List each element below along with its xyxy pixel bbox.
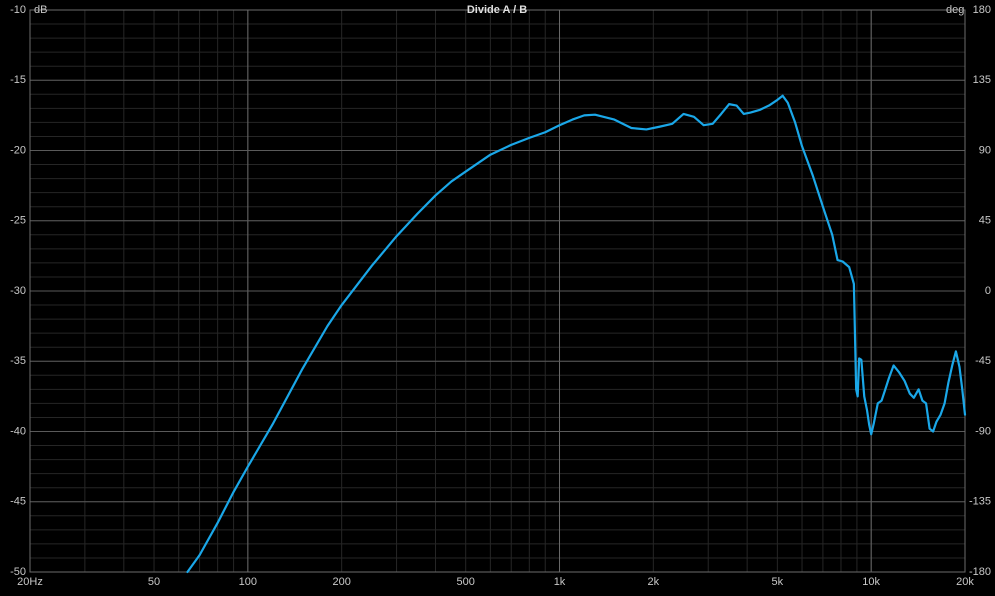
y-tick-label-left: -15 [10, 74, 26, 86]
x-tick-label: 2k [648, 576, 660, 588]
y-tick-label-right: 90 [979, 144, 991, 156]
x-tick-label: 5k [772, 576, 784, 588]
chart-svg: -10-15-20-25-30-35-40-45-50 18013590450-… [0, 0, 995, 591]
x-tick-label: 200 [332, 576, 350, 588]
y-tick-label-right: -135 [969, 496, 991, 508]
frequency-response-chart: -10 -15 -20 -25 -30 -35 -40 -45 -50 180 135 90 45 0-… [0, 0, 995, 591]
x-tick-label: 20Hz [17, 576, 43, 588]
x-tick-label: 500 [457, 576, 475, 588]
y-tick-label-right: 135 [973, 74, 991, 86]
x-tick-label: 100 [239, 576, 257, 588]
y-axis-left-unit: dB [34, 4, 47, 16]
y-tick-label-left: -40 [10, 425, 26, 437]
x-tick-label: 20k [956, 576, 974, 588]
x-tick-label: 1k [554, 576, 566, 588]
y-tick-label-left: -25 [10, 215, 26, 227]
y-tick-label-left: -20 [10, 144, 26, 156]
y-tick-label-right: 45 [979, 215, 991, 227]
y-tick-label-right: 0 [985, 285, 991, 297]
chart-background [0, 0, 995, 591]
y-tick-label-right: -90 [975, 425, 991, 437]
y-axis-right-unit: deg [946, 4, 964, 16]
y-tick-label-right: -45 [975, 355, 991, 367]
y-tick-label-right: 180 [973, 4, 991, 16]
y-tick-label-left: -45 [10, 496, 26, 508]
y-tick-label-left: -10 [10, 4, 26, 16]
chart-title: Divide A / B [467, 4, 527, 16]
x-tick-label: 50 [148, 576, 160, 588]
y-tick-label-left: -30 [10, 285, 26, 297]
x-tick-label: 10k [862, 576, 880, 588]
y-tick-label-left: -35 [10, 355, 26, 367]
